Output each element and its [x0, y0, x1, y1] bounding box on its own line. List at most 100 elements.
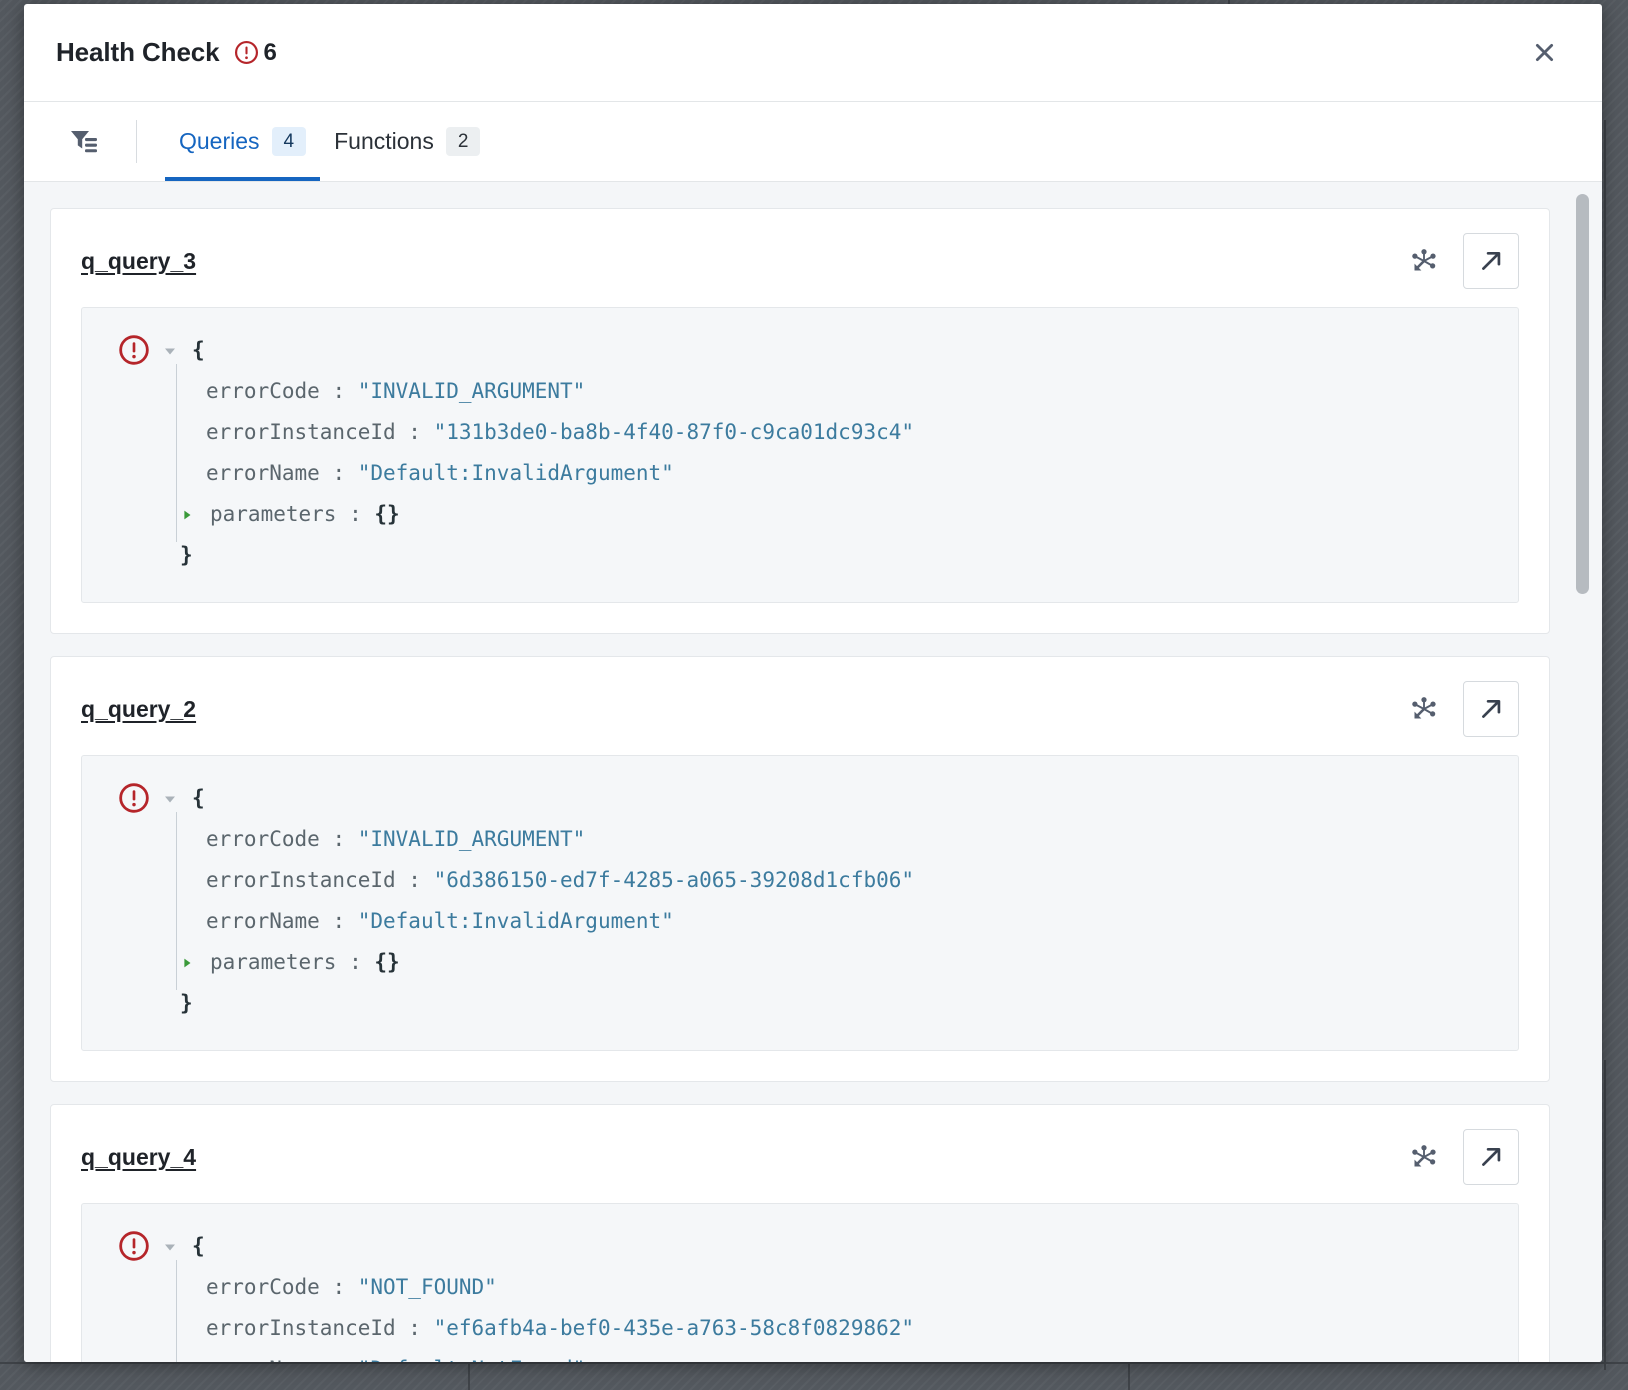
- json-row: parameters : {}: [162, 494, 1494, 535]
- desktop-backdrop: Health Check 6 Queries 4 Functions 2 q_q…: [0, 0, 1628, 1390]
- query-card-actions: [1407, 1129, 1519, 1185]
- chevron-down-icon[interactable]: [162, 1239, 192, 1255]
- page-title: Health Check: [56, 37, 220, 67]
- json-row: errorName : "Default:InvalidArgument": [162, 453, 1494, 494]
- json-root-open: {: [162, 1226, 1494, 1267]
- chevron-down-icon[interactable]: [162, 343, 192, 359]
- json-open-brace: {: [192, 786, 205, 810]
- json-root-open: {: [162, 330, 1494, 371]
- json-indent-rail: [176, 812, 177, 990]
- json-key: parameters: [210, 502, 337, 526]
- json-value: {}: [374, 502, 400, 526]
- json-status-gutter: [106, 1226, 162, 1267]
- json-tree: { errorCode : "INVALID_ARGUMENT" errorIn…: [162, 778, 1494, 1024]
- json-status-gutter: [106, 778, 162, 819]
- json-tree: { errorCode : "INVALID_ARGUMENT" errorIn…: [162, 330, 1494, 576]
- vertical-scrollbar[interactable]: [1576, 192, 1589, 1362]
- error-icon: [118, 334, 150, 371]
- tab-bar: Queries 4 Functions 2: [24, 102, 1602, 182]
- json-close-brace: }: [180, 543, 193, 567]
- json-separator: :: [336, 502, 375, 526]
- error-icon: [118, 1230, 150, 1267]
- json-key: errorName: [206, 1349, 320, 1362]
- json-value: "131b3de0-ba8b-4f40-87f0-c9ca01dc93c4": [433, 420, 915, 444]
- lineage-graph-icon[interactable]: [1407, 244, 1441, 278]
- json-row: parameters : {}: [162, 942, 1494, 983]
- query-card-header: q_query_3: [81, 233, 1519, 289]
- json-indent-rail: [176, 364, 177, 542]
- chevron-down-icon[interactable]: [162, 791, 192, 807]
- json-row: errorCode : "NOT_FOUND": [162, 1267, 1494, 1308]
- json-row: errorName : "Default:InvalidArgument": [162, 901, 1494, 942]
- json-value: "INVALID_ARGUMENT": [357, 827, 586, 851]
- json-viewer: { errorCode : "NOT_FOUND" errorInstanceI…: [81, 1203, 1519, 1362]
- json-separator: :: [395, 868, 434, 892]
- lineage-graph-icon[interactable]: [1407, 1140, 1441, 1174]
- query-title-link[interactable]: q_query_4: [81, 1144, 196, 1171]
- tab-functions-count: 2: [445, 127, 481, 156]
- json-key: parameters: [210, 950, 337, 974]
- chevron-right-icon[interactable]: [180, 508, 210, 522]
- json-row: errorName : "Default:NotFound": [162, 1349, 1494, 1362]
- query-card-actions: [1407, 233, 1519, 289]
- queries-scroll-region: q_query_3 {errorCode: "INVALID_ARGUMEN…: [24, 182, 1602, 1362]
- json-value: "NOT_FOUND": [357, 1275, 497, 1299]
- json-separator: :: [319, 1275, 358, 1299]
- json-separator: :: [395, 420, 434, 444]
- scrollbar-thumb[interactable]: [1576, 194, 1589, 594]
- toolbar-divider: [136, 120, 137, 163]
- query-card: q_query_4 {errorCode: "NOT_FOUND" erro…: [50, 1104, 1550, 1362]
- json-tree: { errorCode : "NOT_FOUND" errorInstanceI…: [162, 1226, 1494, 1362]
- json-key: errorCode: [206, 379, 320, 403]
- json-separator: :: [320, 1349, 358, 1362]
- tab-queries[interactable]: Queries 4: [165, 102, 321, 181]
- json-open-brace: {: [192, 338, 205, 362]
- json-value: "INVALID_ARGUMENT": [357, 379, 586, 403]
- backdrop-line: [1604, 1240, 1606, 1370]
- error-icon: [234, 40, 259, 65]
- query-title-link[interactable]: q_query_3: [81, 248, 196, 275]
- json-key: errorName: [206, 909, 320, 933]
- json-separator: :: [319, 379, 358, 403]
- json-key: errorName: [206, 461, 320, 485]
- close-button[interactable]: [1524, 33, 1564, 73]
- dialog-header: Health Check 6: [24, 4, 1602, 102]
- json-row: errorCode : "INVALID_ARGUMENT": [162, 371, 1494, 412]
- tab-queries-count: 4: [271, 127, 307, 156]
- backdrop-line: [1128, 1362, 1130, 1390]
- json-row: errorInstanceId : "6d386150-ed7f-4285-a0…: [162, 860, 1494, 901]
- json-value: {}: [374, 950, 400, 974]
- json-viewer: { errorCode : "INVALID_ARGUMENT" errorIn…: [81, 755, 1519, 1051]
- backdrop-line: [1604, 1060, 1606, 1220]
- json-value: "Default:InvalidArgument": [357, 909, 674, 933]
- json-close-brace: }: [180, 991, 193, 1015]
- tab-functions[interactable]: Functions 2: [320, 102, 494, 181]
- json-key: errorCode: [206, 827, 320, 851]
- error-icon: [118, 782, 150, 819]
- open-in-new-icon[interactable]: [1463, 1129, 1519, 1185]
- query-card: q_query_2 {errorCode: "INVALID_ARGUMEN…: [50, 656, 1550, 1082]
- json-row: errorInstanceId : "131b3de0-ba8b-4f40-87…: [162, 412, 1494, 453]
- error-count: 6: [263, 38, 277, 66]
- chevron-right-icon[interactable]: [180, 956, 210, 970]
- query-card-header: q_query_4: [81, 1129, 1519, 1185]
- open-in-new-icon[interactable]: [1463, 681, 1519, 737]
- json-key: errorCode: [206, 1275, 320, 1299]
- json-separator: :: [395, 1316, 434, 1340]
- header-error-badge: 6: [234, 39, 277, 67]
- json-status-gutter: [106, 330, 162, 371]
- json-row: errorInstanceId : "ef6afb4a-bef0-435e-a7…: [162, 1308, 1494, 1349]
- filter-list-icon[interactable]: [62, 119, 108, 165]
- tab-queries-label: Queries: [179, 128, 260, 154]
- query-card-list: q_query_3 {errorCode: "INVALID_ARGUMEN…: [50, 208, 1550, 1362]
- json-root-open: {: [162, 778, 1494, 819]
- lineage-graph-icon[interactable]: [1407, 692, 1441, 726]
- query-title-link[interactable]: q_query_2: [81, 696, 196, 723]
- json-value: "Default:NotFound": [358, 1349, 586, 1362]
- json-root-close: }: [162, 535, 1494, 576]
- json-separator: :: [319, 827, 358, 851]
- json-key: errorInstanceId: [206, 868, 396, 892]
- query-card-actions: [1407, 681, 1519, 737]
- json-separator: :: [336, 950, 375, 974]
- open-in-new-icon[interactable]: [1463, 233, 1519, 289]
